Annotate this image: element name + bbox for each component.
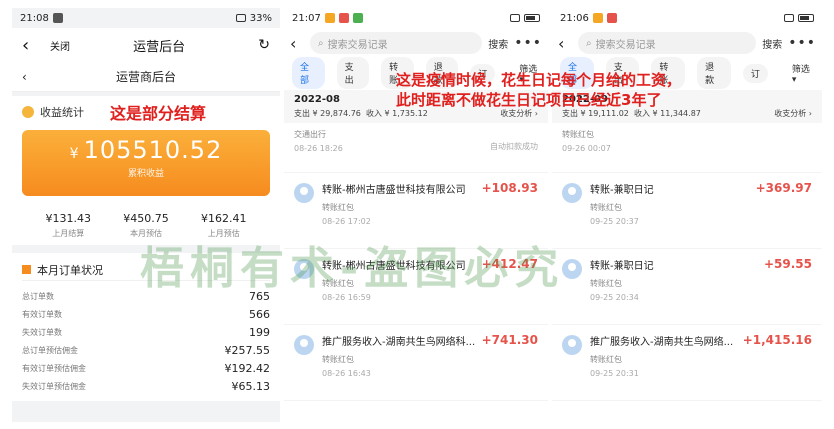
total-earnings-box: ¥105510.52 累积收益 [22, 130, 270, 196]
monthly-orders-card: 本月订单状况 总订单数 765 有效订单数 566 失效订单数 199 总订单预估佣金… [12, 253, 280, 401]
stat-last-month-settled: ¥131.43 上月结算 [45, 212, 92, 238]
list-item[interactable]: 转账-郴州古唐盛世科技有限公司 转账红包 08-26 17:02 +108.93 [284, 173, 548, 249]
screenshot-collage: 21:08 33% ‹ 关闭 运营后台 ↻ ‹ 运营商后台 收益统计 这是部分结… [0, 0, 834, 429]
order-row: 有效订单预估佣金 ¥192.42 [22, 361, 270, 375]
list-item[interactable]: 推广服务收入-湖南共生鸟网络... 转账红包 09-25 20:31 +1,415.1… [552, 325, 822, 401]
avatar [562, 335, 582, 355]
wifi-icon [784, 14, 794, 22]
order-row: 总订单数 765 [22, 289, 270, 303]
amount: +412.47 [481, 257, 538, 271]
avatar [294, 335, 314, 355]
avatar [562, 259, 582, 279]
signal-icon [235, 14, 246, 22]
earnings-label: 收益统计 [40, 106, 84, 119]
avatar [562, 183, 582, 203]
app-icon [592, 13, 603, 23]
earnings-card: 收益统计 这是部分结算 ¥105510.52 累积收益 ¥131.43 上月结算 … [12, 96, 280, 245]
amount: +369.97 [755, 181, 812, 195]
search-button[interactable]: 搜索 [488, 36, 508, 51]
close-button[interactable]: 关闭 [50, 38, 100, 53]
page-title: 运营后台 [133, 39, 186, 55]
order-row: 失效订单数 199 [22, 325, 270, 339]
amount: +59.55 [763, 257, 812, 271]
search-input[interactable]: ⌕ 搜索交易记录 [578, 32, 757, 54]
amount: +108.93 [481, 181, 538, 195]
app-icon [324, 13, 335, 23]
tab-all[interactable]: 全部 [292, 57, 325, 89]
stat-row: ¥131.43 上月结算 ¥450.75 本月预估 ¥162.41 上月预估 [22, 196, 270, 239]
status-bar: 21:07 [284, 8, 548, 28]
back-arrow-icon[interactable]: ‹ [290, 34, 304, 53]
amount: +1,415.16 [742, 333, 812, 347]
currency-symbol: ¥ [69, 146, 80, 162]
battery-icon [798, 14, 814, 22]
avatar [294, 183, 314, 203]
partial-settlement-annotation: 这是部分结算 [110, 104, 207, 123]
status-time: 21:07 [292, 12, 321, 24]
battery-percent: 33% [249, 12, 272, 24]
battery-icon [524, 14, 540, 22]
sub-title: 运营商后台 [115, 70, 176, 84]
order-row: 总订单预估佣金 ¥257.55 [22, 343, 270, 357]
list-item[interactable]: 交通出行 08-26 18:26 自动扣款成功 [284, 123, 548, 173]
status-bar: 21:06 [552, 8, 822, 28]
tab-expense[interactable]: 支出 [336, 57, 370, 89]
status-time: 21:06 [560, 12, 589, 24]
sub-header: ‹ 运营商后台 [12, 62, 280, 92]
search-icon: ⌕ [586, 37, 592, 49]
amount: +741.30 [481, 333, 538, 347]
app-icon [52, 13, 63, 23]
status-time: 21:08 [20, 12, 49, 24]
list-item[interactable]: 推广服务收入-湖南共生鸟网络科... 转账红包 08-26 16:43 +741.30 [284, 325, 548, 401]
phone-operator-backend: 21:08 33% ‹ 关闭 运营后台 ↻ ‹ 运营商后台 收益统计 这是部分结… [12, 8, 280, 422]
income-total: 收入 ¥ 1,735.12 [365, 109, 428, 118]
salary-annotation: 这是疫情时候，花生日记每个月给的工资， 此时距离不做花生日记项目已经近3年了 [396, 71, 682, 109]
search-bar: ‹ ⌕ 搜索交易记录 搜索 ••• [552, 28, 822, 58]
more-icon[interactable]: ••• [514, 35, 542, 51]
section-marker-icon [22, 265, 31, 274]
list-item[interactable]: 转账-郴州古唐盛世科技有限公司 转账红包 08-26 16:59 +412.47 [284, 249, 548, 325]
app-icon [338, 13, 349, 23]
search-button[interactable]: 搜索 [762, 36, 782, 51]
avatar [294, 259, 314, 279]
status-text: 自动扣款成功 [490, 142, 538, 151]
top-nav: ‹ 关闭 运营后台 ↻ [12, 28, 280, 62]
search-bar: ‹ ⌕ 搜索交易记录 搜索 ••• [284, 28, 548, 58]
coin-icon [22, 106, 34, 118]
total-label: 累积收益 [127, 169, 164, 179]
expense-total: 支出 ¥ 29,874.76 [294, 109, 361, 118]
list-item[interactable]: 转账-兼职日记 转账红包 09-25 20:34 +59.55 [552, 249, 822, 325]
refresh-icon[interactable]: ↻ [258, 37, 270, 53]
list-item[interactable]: 转账-兼职日记 转账红包 09-25 20:37 +369.97 [552, 173, 822, 249]
status-bar: 21:08 33% [12, 8, 280, 28]
app-icon [352, 13, 363, 23]
list-item[interactable]: 转账红包 09-26 00:07 [552, 123, 822, 173]
more-icon[interactable]: ••• [788, 35, 816, 51]
back-arrow-icon[interactable]: ‹ [558, 34, 572, 53]
order-row: 有效订单数 566 [22, 307, 270, 321]
wifi-icon [510, 14, 520, 22]
stat-this-month-estimate: ¥450.75 本月预估 [123, 212, 169, 238]
income-total: 收入 ¥ 11,344.87 [633, 109, 701, 118]
stat-last-month-estimate: ¥162.41 上月预估 [200, 212, 247, 238]
orders-title: 本月订单状况 [37, 263, 103, 277]
back-arrow-icon[interactable]: ‹ [22, 35, 44, 56]
total-amount: 105510.52 [83, 136, 223, 164]
search-input[interactable]: ⌕ 搜索交易记录 [310, 32, 483, 54]
back-arrow-icon[interactable]: ‹ [22, 70, 46, 84]
search-icon: ⌕ [318, 37, 324, 49]
order-row: 失效订单预估佣金 ¥65.13 [22, 379, 270, 393]
expense-total: 支出 ¥ 19,111.02 [562, 109, 629, 118]
app-icon [606, 13, 617, 23]
